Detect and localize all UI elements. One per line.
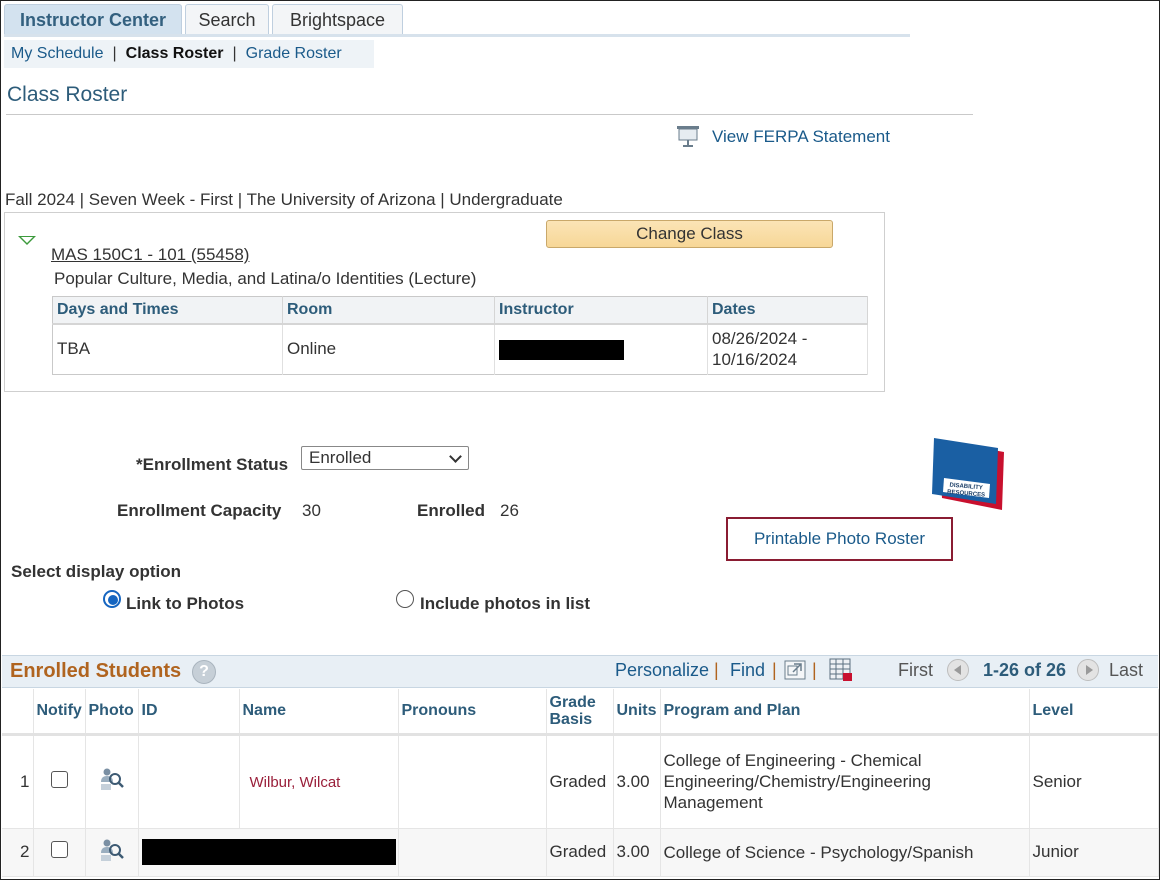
chevron-down-icon (449, 450, 462, 463)
grade-basis-cell: Graded (546, 828, 614, 877)
instructor-value (494, 323, 708, 375)
grid-separator: | (812, 660, 817, 680)
dates-start: 08/26/2024 - (712, 329, 808, 349)
tab-brightspace[interactable]: Brightspace (272, 4, 403, 36)
col-name: Name (239, 689, 399, 736)
col-notify: Notify (33, 689, 86, 736)
photo-cell (85, 734, 139, 829)
col-id: ID (138, 689, 240, 736)
sub-navigation: My Schedule | Class Roster | Grade Roster (4, 40, 374, 68)
grid-separator: | (772, 660, 777, 680)
grid-title: Enrolled Students (10, 660, 182, 682)
include-photos-radio[interactable] (396, 590, 414, 608)
redacted-block (141, 839, 396, 865)
dates-value: 08/26/2024 -10/16/2024 (707, 323, 868, 375)
units-cell: 3.00 (613, 828, 661, 877)
id-name-cell (138, 828, 399, 877)
name-cell: Wilbur, Wilcat (239, 734, 399, 829)
help-icon[interactable]: ? (192, 660, 216, 684)
pronouns-cell (398, 734, 547, 829)
notify-cell (33, 734, 86, 829)
download-spreadsheet-icon[interactable] (829, 658, 853, 682)
photo-view-icon[interactable] (100, 767, 124, 791)
student-name-link[interactable]: Wilbur, Wilcat (250, 774, 341, 791)
room-value: Online (282, 323, 495, 375)
enrollment-status-label: *Enrollment Status (136, 455, 289, 474)
previous-arrow-icon[interactable] (947, 659, 969, 681)
printable-photo-roster-button[interactable]: Printable Photo Roster (726, 517, 953, 561)
view-all-icon[interactable] (784, 660, 806, 680)
page-title: Class Roster (7, 83, 128, 106)
enrollment-status-value: Enrolled (309, 448, 372, 467)
row-number: 1 (2, 734, 34, 829)
notify-checkbox[interactable] (50, 841, 68, 858)
col-program-plan: Program and Plan (660, 689, 1030, 736)
grade-roster-link[interactable]: Grade Roster (246, 45, 342, 62)
find-link[interactable]: Find (730, 660, 765, 681)
nav-separator: | (232, 45, 237, 62)
class-code-link[interactable]: MAS 150C1 - 101 (55458) (51, 245, 249, 265)
class-description: Popular Culture, Media, and Latina/o Ide… (54, 269, 477, 288)
id-cell (138, 734, 240, 829)
change-class-button[interactable]: Change Class (546, 220, 833, 248)
enrolled-students-table: Notify Photo ID Name Pronouns Grade Basi… (2, 689, 1159, 877)
units-cell: 3.00 (613, 734, 661, 829)
grade-basis-cell: Graded (546, 734, 614, 829)
meeting-table: Days and Times Room Instructor Dates TBA… (52, 296, 868, 375)
tab-instructor-center[interactable]: Instructor Center (4, 4, 182, 36)
notify-checkbox[interactable] (50, 770, 68, 788)
notify-cell (33, 828, 86, 877)
dates-end: 10/16/2024 (712, 350, 798, 370)
last-label: Last (1109, 660, 1144, 680)
collapse-triangle-icon[interactable] (18, 236, 36, 245)
next-arrow-icon[interactable] (1077, 659, 1099, 681)
days-times-value: TBA (52, 323, 283, 375)
enrollment-capacity-label: Enrollment Capacity (117, 501, 282, 520)
level-cell: Junior (1029, 828, 1159, 877)
col-grade-basis: Grade Basis (546, 689, 614, 736)
table-row: 1 Wilbur, Wilcat Graded 3.00 College of … (2, 734, 1159, 829)
row-number: 2 (2, 828, 34, 877)
term-info: Fall 2024 | Seven Week - First | The Uni… (5, 190, 563, 209)
col-room: Room (282, 296, 495, 325)
display-option-label: Select display option (11, 562, 182, 581)
tab-underline (4, 34, 910, 37)
redacted-block (499, 339, 624, 360)
col-instructor: Instructor (494, 296, 708, 325)
my-schedule-link[interactable]: My Schedule (11, 45, 104, 62)
col-pronouns: Pronouns (398, 689, 547, 736)
photo-cell (85, 828, 139, 877)
table-row: 2 Graded 3.00 College of Science - Psych… (2, 828, 1159, 877)
disability-resources-logo: DISABILITY RESOURCES (932, 438, 1004, 510)
col-row-number (2, 689, 34, 736)
nav-separator: | (112, 45, 117, 62)
col-level: Level (1029, 689, 1159, 736)
link-to-photos-radio[interactable] (103, 590, 121, 608)
enrollment-capacity-value: 30 (302, 501, 321, 520)
link-to-photos-label: Link to Photos (126, 594, 245, 613)
first-label: First (898, 660, 933, 680)
include-photos-label: Include photos in list (420, 594, 590, 613)
pronouns-cell (398, 828, 547, 877)
program-plan-cell: College of Engineering - Chemical Engine… (660, 734, 1030, 829)
enrolled-value: 26 (500, 501, 519, 520)
col-photo: Photo (85, 689, 139, 736)
title-divider (6, 114, 973, 115)
level-cell: Senior (1029, 734, 1159, 829)
personalize-link[interactable]: Personalize (615, 660, 709, 681)
col-days-times: Days and Times (52, 296, 283, 325)
col-units: Units (613, 689, 661, 736)
enrolled-label: Enrolled (417, 501, 486, 520)
grid-separator: | (714, 660, 719, 680)
program-plan-cell: College of Science - Psychology/Spanish (660, 828, 1030, 877)
class-roster-current: Class Roster (125, 45, 224, 62)
presentation-icon[interactable] (676, 124, 700, 150)
enrollment-status-select[interactable]: Enrolled (301, 446, 469, 470)
view-ferpa-link[interactable]: View FERPA Statement (712, 127, 890, 147)
photo-view-icon[interactable] (100, 838, 124, 862)
row-range: 1-26 of 26 (983, 660, 1067, 680)
tab-search[interactable]: Search (185, 4, 269, 36)
col-dates: Dates (707, 296, 868, 325)
